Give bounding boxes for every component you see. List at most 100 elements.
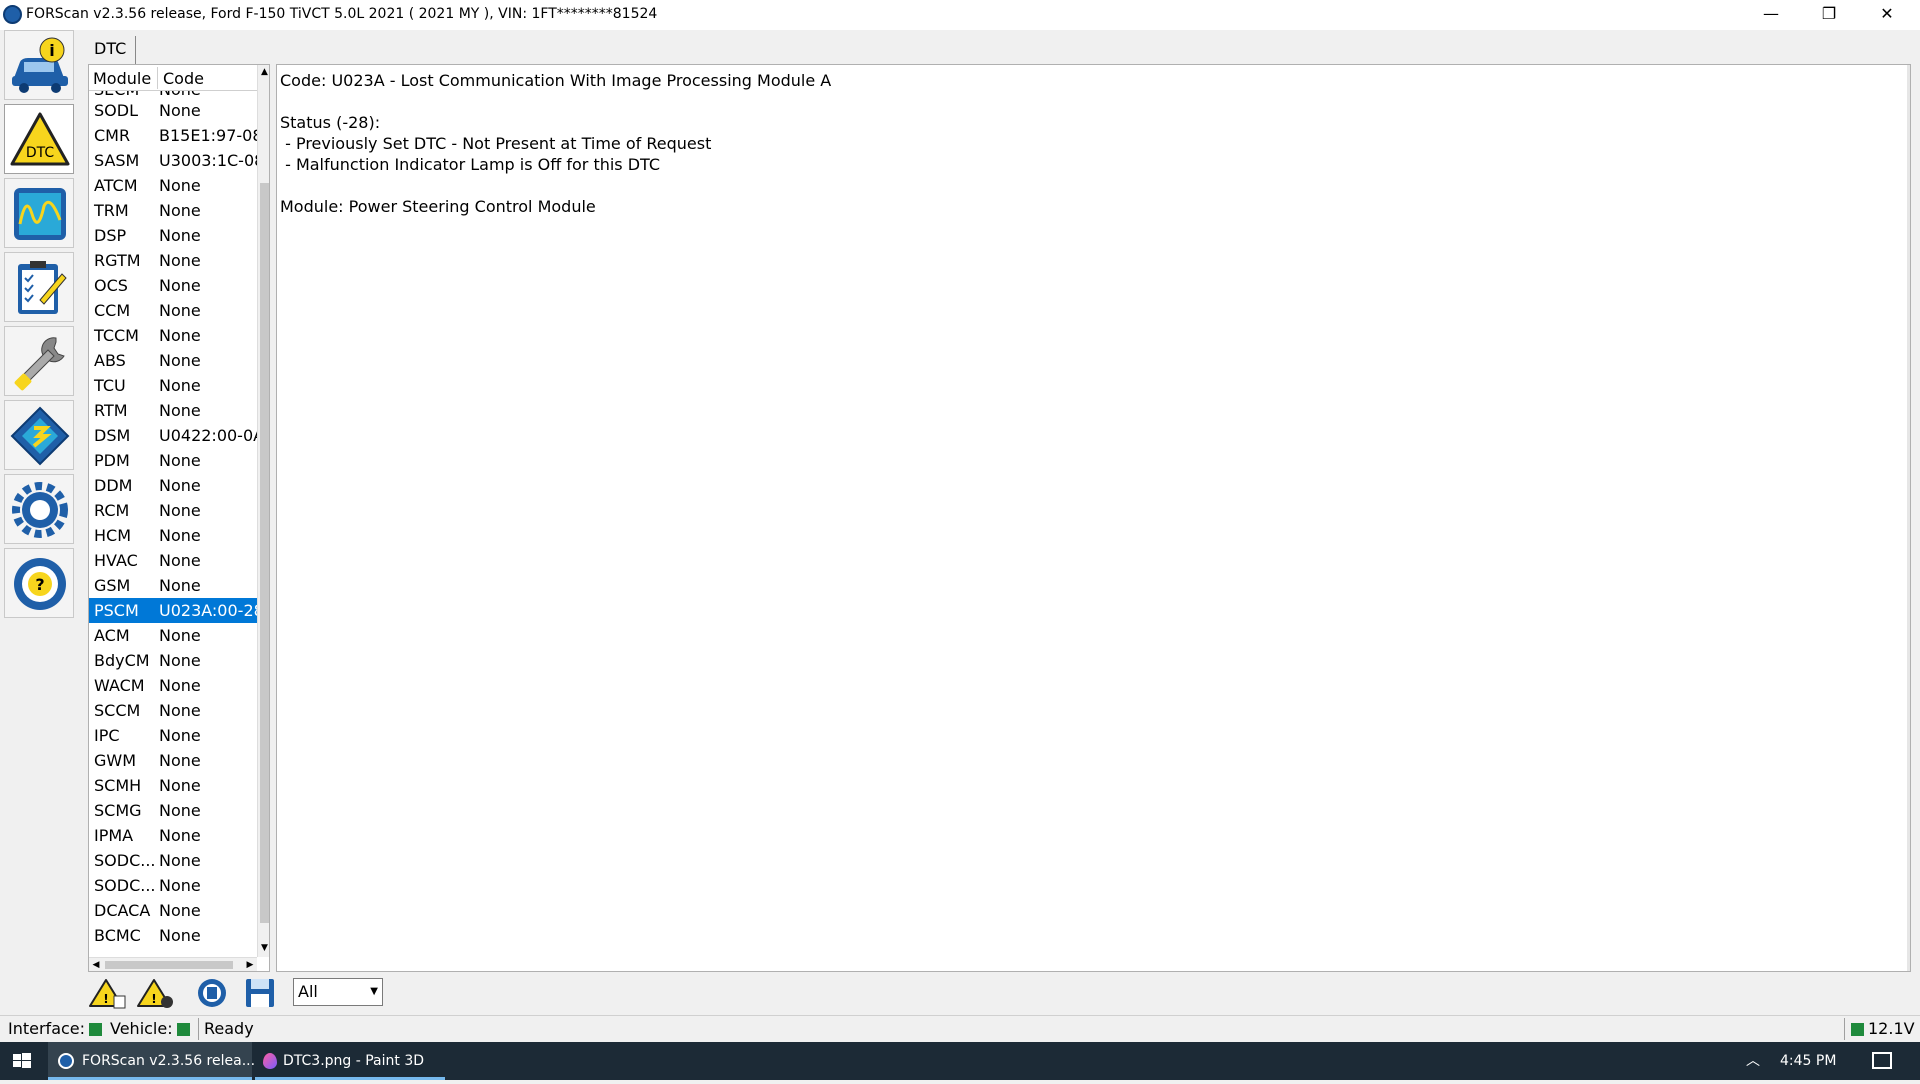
scroll-right-arrow-icon[interactable]: ▶ — [243, 958, 257, 971]
scroll-up-arrow-icon[interactable]: ▲ — [258, 65, 269, 79]
table-row[interactable]: ATCM None — [89, 173, 257, 198]
row-code: None — [159, 351, 201, 370]
table-row[interactable]: PSCM U023A:00-28 — [89, 598, 257, 623]
list-horizontal-scrollbar[interactable]: ◀ ▶ — [89, 957, 257, 971]
table-row[interactable]: SCMH None — [89, 773, 257, 798]
row-module: CCM — [94, 301, 131, 320]
dtc-module-list[interactable]: Module Code SECMNoneSODLNoneCMRB15E1:97-… — [88, 64, 270, 972]
chevron-down-icon[interactable]: ▼ — [370, 979, 378, 1005]
row-module: ACM — [94, 626, 130, 645]
read-dtc-button[interactable]: ! — [88, 976, 128, 1010]
title-bar[interactable]: FORScan v2.3.56 release, Ford F-150 TiVC… — [0, 0, 1920, 30]
table-row[interactable]: SODC... None — [89, 873, 257, 898]
tray-chevron-up-icon[interactable]: ︿ — [1746, 1042, 1760, 1080]
restore-button[interactable]: ❐ — [1800, 0, 1858, 30]
table-row[interactable]: TCCM None — [89, 323, 257, 348]
table-row[interactable]: ACM None — [89, 623, 257, 648]
dtc-detail-panel[interactable]: Code: U023A - Lost Communication With Im… — [276, 64, 1911, 972]
service-functions-button[interactable] — [4, 326, 74, 396]
row-code: None — [159, 701, 201, 720]
row-code: None — [159, 401, 201, 420]
taskbar-item-paint3d[interactable]: DTC3.png - Paint 3D — [255, 1042, 445, 1080]
table-row[interactable]: RTM None — [89, 398, 257, 423]
table-row[interactable]: TRM None — [89, 198, 257, 223]
vehicle-label: Vehicle: — [110, 1019, 173, 1038]
row-module: GWM — [94, 751, 137, 770]
table-row[interactable]: IPC None — [89, 723, 257, 748]
table-row[interactable]: SODC... None — [89, 848, 257, 873]
gear-icon — [12, 482, 68, 538]
checklist-button[interactable] — [4, 252, 74, 322]
table-row[interactable]: DSP None — [89, 223, 257, 248]
svg-text:!: ! — [151, 992, 156, 1006]
read-dtc-icon: ! — [89, 979, 126, 1009]
row-module: TCCM — [94, 326, 139, 345]
table-row[interactable]: DCACA None — [89, 898, 257, 923]
scroll-down-arrow-icon[interactable]: ▼ — [258, 941, 269, 955]
table-row[interactable]: DDM None — [89, 473, 257, 498]
horizontal-scroll-thumb[interactable] — [105, 961, 233, 969]
row-code: None — [159, 901, 201, 920]
table-row[interactable]: SASM U3003:1C-08 — [89, 148, 257, 173]
tab-dtc[interactable]: DTC — [88, 36, 136, 64]
table-row[interactable]: SCCM None — [89, 698, 257, 723]
row-code: None — [159, 576, 201, 595]
windows-logo-icon — [13, 1053, 31, 1068]
table-row[interactable]: SODL None — [89, 98, 257, 123]
table-row[interactable]: TCU None — [89, 373, 257, 398]
table-row[interactable]: BCMC None — [89, 923, 257, 948]
column-header-module[interactable]: Module — [93, 69, 151, 88]
column-header-code[interactable]: Code — [163, 69, 204, 88]
taskbar-item-forscan[interactable]: FORScan v2.3.56 relea... — [48, 1042, 255, 1080]
table-row[interactable]: HCM None — [89, 523, 257, 548]
table-row[interactable]: OCS None — [89, 273, 257, 298]
table-row[interactable]: WACM None — [89, 673, 257, 698]
detail-line: Module: Power Steering Control Module — [280, 197, 596, 216]
taskbar-clock[interactable]: 4:45 PM — [1780, 1042, 1836, 1080]
scroll-thumb[interactable] — [260, 183, 269, 923]
module-programming-button[interactable] — [4, 400, 74, 470]
dtc-button[interactable]: DTC — [4, 104, 74, 174]
oscilloscope-button[interactable] — [4, 178, 74, 248]
row-code: None — [159, 676, 201, 695]
row-code: None — [159, 201, 201, 220]
row-code: None — [159, 826, 201, 845]
row-code: None — [159, 376, 201, 395]
table-row[interactable]: PDM None — [89, 448, 257, 473]
row-module: CMR — [94, 126, 131, 145]
table-row[interactable]: DSM U0422:00-0A — [89, 423, 257, 448]
table-row[interactable]: ABS None — [89, 348, 257, 373]
help-button[interactable]: ? — [4, 548, 74, 618]
row-module: DCACA — [94, 901, 151, 920]
window-title: FORScan v2.3.56 release, Ford F-150 TiVC… — [26, 6, 658, 22]
minimize-button[interactable]: — — [1742, 0, 1800, 30]
detail-scrollbar[interactable] — [1907, 65, 1910, 971]
notification-icon[interactable] — [1872, 1052, 1892, 1069]
table-row[interactable]: HVAC None — [89, 548, 257, 573]
scroll-left-arrow-icon[interactable]: ◀ — [89, 958, 103, 971]
save-button[interactable] — [240, 976, 280, 1010]
table-row[interactable]: GSM None — [89, 573, 257, 598]
clear-dtc-button[interactable] — [192, 976, 232, 1010]
row-module: BdyCM — [94, 651, 150, 670]
row-module: DSP — [94, 226, 127, 245]
dtc-filter-select[interactable]: All ▼ — [293, 978, 383, 1006]
start-button[interactable] — [0, 1042, 46, 1080]
list-vertical-scrollbar[interactable]: ▲ ▼ — [257, 65, 269, 957]
vehicle-info-button[interactable]: i — [4, 30, 74, 100]
read-dtc-module-button[interactable]: ! — [136, 976, 176, 1010]
table-row[interactable]: SCMG None — [89, 798, 257, 823]
table-row[interactable]: RCM None — [89, 498, 257, 523]
table-row[interactable]: RGTM None — [89, 248, 257, 273]
table-row[interactable]: CCM None — [89, 298, 257, 323]
settings-button[interactable] — [4, 474, 74, 544]
table-row[interactable]: IPMA None — [89, 823, 257, 848]
row-module: SODC... — [94, 851, 156, 870]
detail-line: Status (-28): — [280, 113, 381, 132]
table-row[interactable]: BdyCM None — [89, 648, 257, 673]
read-dtc-module-icon: ! — [137, 979, 173, 1008]
table-row[interactable]: GWM None — [89, 748, 257, 773]
close-button[interactable]: ✕ — [1858, 0, 1916, 30]
column-separator[interactable] — [157, 67, 158, 89]
table-row[interactable]: CMR B15E1:97-08 — [89, 123, 257, 148]
